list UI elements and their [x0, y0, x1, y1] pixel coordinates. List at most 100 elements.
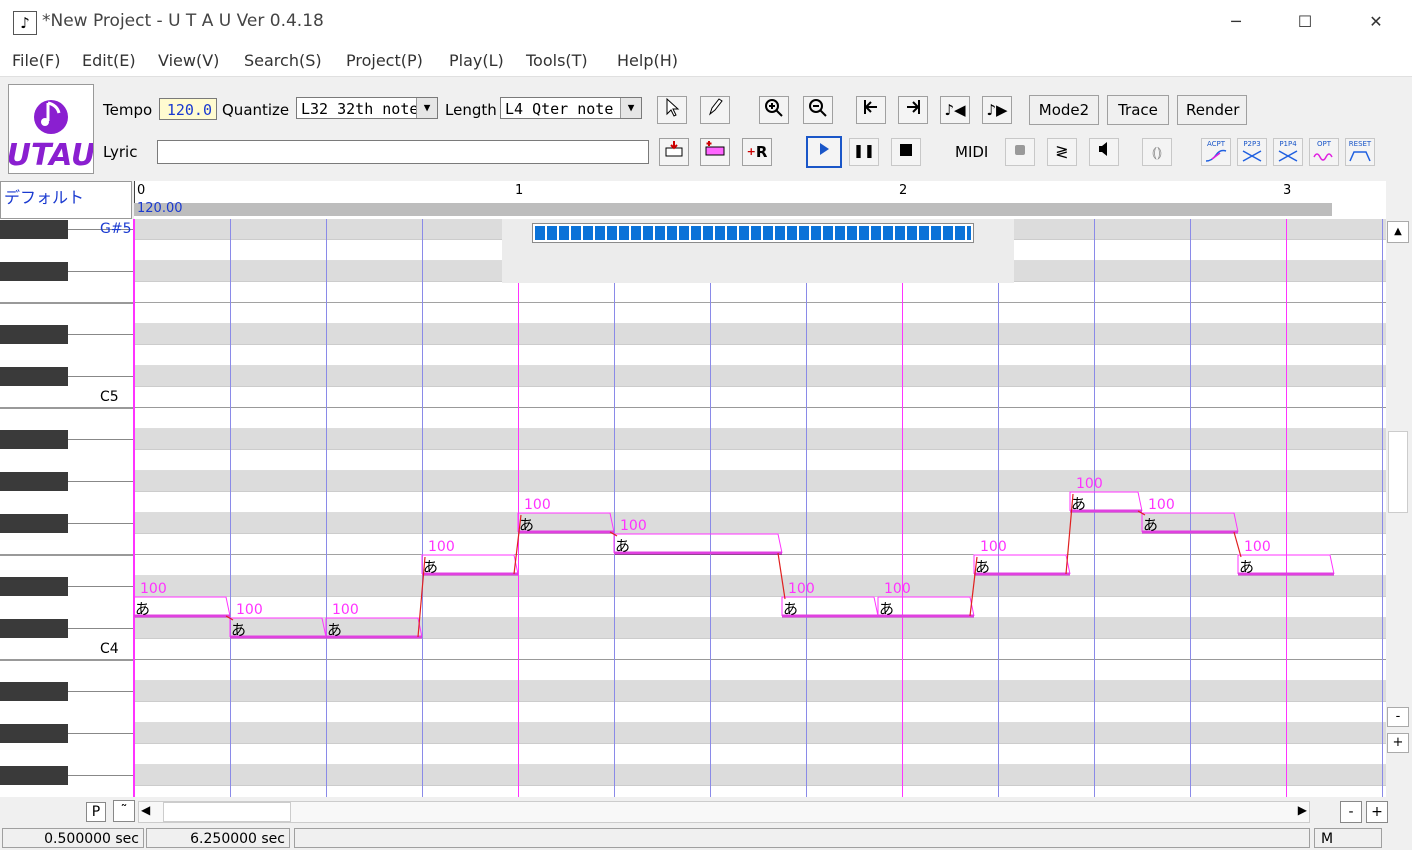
chevron-down-icon[interactable]: ▼	[416, 98, 437, 118]
mode2-button[interactable]: Mode2	[1029, 95, 1099, 125]
grid-row	[134, 744, 1386, 765]
stop-icon[interactable]	[891, 138, 921, 166]
go-start-icon[interactable]	[856, 96, 886, 124]
note-velocity: 100	[788, 581, 815, 597]
maximize-button[interactable]: ☐	[1293, 10, 1317, 34]
go-end-icon[interactable]	[898, 96, 928, 124]
zoom-out-vertical-button[interactable]: -	[1387, 707, 1409, 727]
zoom-in-icon[interactable]	[759, 96, 789, 124]
track-name[interactable]: デフォルト	[0, 181, 132, 219]
hscroll-thumb[interactable]	[163, 802, 291, 822]
grid-row	[134, 366, 1386, 387]
note-lyric: あ	[135, 600, 150, 618]
zoom-out-horizontal-button[interactable]: -	[1340, 801, 1362, 823]
black-key	[0, 220, 68, 239]
black-key	[0, 367, 68, 386]
record-icon[interactable]	[1005, 138, 1035, 166]
horizontal-scrollbar-row: P ˜ ◀ ▶ - +	[0, 797, 1412, 825]
measure-label: 3	[1283, 183, 1292, 198]
insert-rest-icon[interactable]	[700, 138, 730, 166]
tempo-marker[interactable]: 120.00	[137, 201, 183, 216]
acpt-label: ACPT	[1206, 140, 1226, 148]
grid-row	[134, 492, 1386, 513]
minimize-button[interactable]: ─	[1224, 10, 1248, 34]
status-time-cursor: 0.500000 sec	[2, 828, 144, 848]
scroll-thumb[interactable]	[1388, 431, 1408, 513]
timeline-ruler[interactable]: 0 1 2 3 120.00	[134, 181, 1386, 219]
chevron-down-icon[interactable]: ▼	[620, 98, 641, 118]
p1p4-button[interactable]: P1P4	[1273, 138, 1303, 166]
render-button[interactable]: Render	[1177, 95, 1247, 125]
quantize-label: Quantize	[222, 101, 290, 119]
scroll-left-icon[interactable]: ◀	[141, 803, 150, 817]
grid-row	[134, 681, 1386, 702]
tempo-input[interactable]: 120.0	[159, 98, 217, 120]
render-progress-fill	[535, 226, 971, 240]
scroll-up-button[interactable]: ▲	[1387, 221, 1409, 243]
trace-button[interactable]: Trace	[1107, 95, 1169, 125]
grid-row	[134, 471, 1386, 492]
menu-play[interactable]: Play(L)	[449, 51, 504, 70]
scroll-right-icon[interactable]: ▶	[1298, 803, 1307, 817]
measure-label: 2	[899, 183, 908, 198]
grid-row	[134, 387, 1386, 408]
p2p3-button[interactable]: P2P3	[1237, 138, 1267, 166]
prev-note-icon[interactable]: ♪◀	[940, 96, 970, 124]
opt-label: OPT	[1316, 140, 1331, 148]
tilde-button[interactable]: ˜	[113, 800, 135, 822]
pencil-icon[interactable]	[700, 96, 730, 124]
black-key	[0, 619, 68, 638]
note-lyric: あ	[1143, 516, 1158, 534]
pointer-icon[interactable]	[657, 96, 687, 124]
reset-button[interactable]: RESET	[1345, 138, 1375, 166]
vertical-scrollbar[interactable]: ▲ - +	[1386, 219, 1410, 797]
insert-note-icon[interactable]	[659, 138, 689, 166]
utau-logo: UTAU	[7, 84, 95, 174]
horizontal-scrollbar[interactable]: ◀ ▶	[138, 801, 1310, 823]
note-velocity: 100	[428, 539, 455, 555]
menu-project[interactable]: Project(P)	[346, 51, 423, 70]
grid-row	[134, 660, 1386, 681]
note-lyric: あ	[327, 621, 342, 639]
speaker-icon[interactable]	[1089, 138, 1119, 166]
menu-tools[interactable]: Tools(T)	[526, 51, 588, 70]
lyric-input[interactable]	[157, 140, 649, 164]
lines-icon[interactable]: ≷	[1047, 138, 1077, 166]
zoom-out-icon[interactable]	[803, 96, 833, 124]
measure-label: 1	[515, 183, 524, 198]
link-icon[interactable]: ⦅⦆	[1142, 138, 1172, 166]
p-button[interactable]: P	[86, 802, 106, 822]
play-icon[interactable]	[806, 136, 842, 168]
acpt-button[interactable]: ACPT	[1201, 138, 1231, 166]
menu-search[interactable]: Search(S)	[244, 51, 322, 70]
p2p3-label: P2P3	[1243, 140, 1261, 148]
piano-keyboard[interactable]: G#5 C5 C4	[0, 219, 134, 797]
grid-row	[134, 765, 1386, 786]
next-note-icon[interactable]: ♪▶	[982, 96, 1012, 124]
note-lyric: あ	[519, 516, 534, 534]
key-label-g5: G#5	[100, 221, 132, 237]
length-select[interactable]: L4 Qter note ▼	[500, 97, 642, 119]
opt-button[interactable]: OPT	[1309, 138, 1339, 166]
note-velocity: 100	[140, 581, 167, 597]
zoom-in-vertical-button[interactable]: +	[1387, 733, 1409, 753]
menu-edit[interactable]: Edit(E)	[82, 51, 136, 70]
close-button[interactable]: ✕	[1364, 10, 1388, 34]
zoom-in-horizontal-button[interactable]: +	[1366, 801, 1388, 823]
black-key	[0, 514, 68, 533]
grid-row	[134, 303, 1386, 324]
menu-file[interactable]: File(F)	[12, 51, 60, 70]
insert-r-icon[interactable]: +R	[742, 138, 772, 166]
note-body	[614, 534, 782, 553]
pause-icon[interactable]: ❚❚	[849, 138, 879, 166]
note-lyric: あ	[615, 537, 630, 555]
piano-roll[interactable]: 100 あ 100 あ 100 あ 100 あ 100 あ 100 あ 100 あ 100 あ 100 あ 100 あ…	[134, 219, 1386, 797]
key-label-c5: C5	[100, 389, 119, 405]
grid-row	[134, 702, 1386, 723]
note-velocity: 100	[620, 518, 647, 534]
quantize-select[interactable]: L32 32th note ▼	[296, 97, 438, 119]
note-velocity: 100	[236, 602, 263, 618]
window-title: *New Project - U T A U Ver 0.4.18	[42, 11, 324, 31]
menu-view[interactable]: View(V)	[158, 51, 219, 70]
menu-help[interactable]: Help(H)	[617, 51, 678, 70]
